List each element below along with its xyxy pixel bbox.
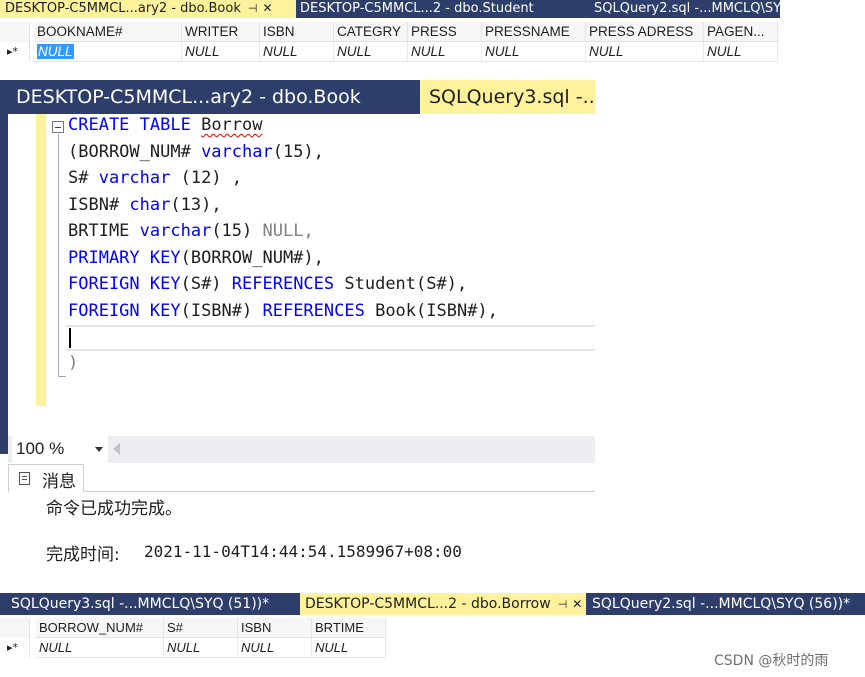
grid-cell[interactable]: NULL [704, 42, 778, 62]
document-tab-bar: DESKTOP-C5MMCL...ary2 - dbo.Book SQLQuer… [0, 80, 595, 114]
row-header[interactable]: ▸* [0, 42, 30, 62]
tab-label: DESKTOP-C5MMCL...2 - dbo.Borrow [305, 596, 551, 612]
tab-label: SQLQuery3.sql -...MMCLQ\SYQ (51))* [11, 596, 270, 612]
tab-sqlquery2[interactable]: SQLQuery2.sql -...MMCLQ\SYQ (56))* [592, 593, 865, 615]
document-tab-bar: DESKTOP-C5MMCL...ary2 - dbo.Book ⊣ ✕ DESKT… [0, 0, 780, 18]
divider [84, 491, 595, 492]
chevron-down-icon[interactable] [95, 447, 103, 452]
grid-cell[interactable]: NULL [34, 42, 182, 62]
column-header[interactable]: ISBN [260, 22, 334, 42]
grid-cell[interactable]: NULL [36, 638, 164, 658]
completion-time-value: 2021-11-04T14:44:54.1589967+08:00 [144, 542, 462, 561]
column-header[interactable]: PRESS ADRESS [586, 22, 704, 42]
completion-time-label: 完成时间: [46, 545, 120, 565]
tab-dbo-student[interactable]: DESKTOP-C5MMCL...2 - dbo.Student [300, 0, 590, 18]
fold-line-end [58, 376, 66, 377]
tab-dbo-book[interactable]: DESKTOP-C5MMCL...ary2 - dbo.Book ⊣ ✕ [0, 0, 296, 18]
results-grid: BOOKNAME# WRITER ISBN CATEGRY PRESS PRES… [0, 22, 780, 64]
code-line-2: (BORROW_NUM# varchar(15), [68, 142, 324, 162]
corner-cell [0, 618, 30, 638]
column-header[interactable]: BRTIME [312, 618, 386, 638]
editor-status-bar: 100 % [8, 436, 595, 463]
sql-query-panel: DESKTOP-C5MMCL...ary2 - dbo.Book SQLQuer… [0, 80, 595, 566]
tab-label: DESKTOP-C5MMCL...2 - dbo.Student [300, 1, 534, 16]
table-row[interactable]: ▸* NULL NULL NULL NULL NULL NULL NULL NU… [0, 42, 780, 62]
code-line-5: BRTIME varchar(15) NULL, [68, 221, 314, 241]
grid-cell[interactable]: NULL [408, 42, 482, 62]
document-tab-bar: SQLQuery3.sql -...MMCLQ\SYQ (51))* DESKT… [0, 593, 865, 615]
new-row-marker-icon: ▸* [7, 45, 19, 58]
column-header[interactable]: BORROW_NUM# [36, 618, 164, 638]
pin-icon[interactable]: ⊣ [558, 594, 568, 615]
book-table-panel: DESKTOP-C5MMCL...ary2 - dbo.Book ⊣ ✕ DESKT… [0, 0, 780, 64]
borrow-table-panel: SQLQuery3.sql -...MMCLQ\SYQ (51))* DESKT… [0, 593, 865, 677]
grid-cell[interactable]: NULL [586, 42, 704, 62]
grid-cell[interactable]: NULL [238, 638, 312, 658]
zoom-value: 100 % [16, 439, 65, 458]
column-header[interactable]: BOOKNAME# [34, 22, 182, 42]
grid-header: BOOKNAME# WRITER ISBN CATEGRY PRESS PRES… [0, 22, 780, 42]
column-header[interactable]: CATEGRY [334, 22, 408, 42]
grid-cell[interactable]: NULL [182, 42, 260, 62]
tab-label: DESKTOP-C5MMCL...ary2 - dbo.Book [5, 1, 241, 16]
code-line-8: FOREIGN KEY(ISBN#) REFERENCES Book(ISBN#… [68, 301, 498, 321]
column-header[interactable]: PRESSNAME [482, 22, 586, 42]
tab-dbo-book[interactable]: DESKTOP-C5MMCL...ary2 - dbo.Book [0, 80, 420, 114]
zoom-dropdown[interactable]: 100 % [12, 436, 108, 463]
code-line-1: CREATE TABLE Borrow [68, 115, 263, 135]
change-tracking-margin [36, 114, 46, 406]
grid-cell[interactable]: NULL [260, 42, 334, 62]
tab-label: 消息 [42, 472, 76, 492]
column-header[interactable]: PRESS [408, 22, 482, 42]
tab-label: SQLQuery2.sql -...MMCLQ\SYQ (56))* [592, 596, 851, 612]
editor-left-strip [0, 114, 8, 454]
current-line-highlight [66, 325, 595, 351]
grid-header: BORROW_NUM# S# ISBN BRTIME [0, 618, 388, 638]
text-caret [69, 328, 71, 348]
grid-cell[interactable]: NULL [312, 638, 386, 658]
watermark-text: CSDN @秋时的雨 [714, 653, 829, 669]
tab-sqlquery3[interactable]: SQLQuery3.sql -...MMCLQ\SYQ (51))* [0, 593, 300, 615]
code-line-3: S# varchar (12) , [68, 168, 243, 188]
grid-cell[interactable]: NULL [334, 42, 408, 62]
column-header[interactable]: S# [164, 618, 238, 638]
tab-label: SQLQuery2.sql -...MMCLQ\SYQ (56))* [594, 1, 780, 16]
pin-icon[interactable]: ⊣ [248, 0, 258, 17]
selected-cell-text: NULL [37, 44, 74, 59]
column-header[interactable]: WRITER [182, 22, 260, 42]
tab-label: SQLQuery3.sql -...l [429, 86, 595, 108]
tab-dbo-borrow[interactable]: DESKTOP-C5MMCL...2 - dbo.Borrow ⊣ ✕ [300, 593, 586, 615]
new-row-marker-icon: ▸* [7, 641, 19, 654]
collapse-toggle-icon[interactable] [52, 121, 64, 133]
close-icon[interactable]: ✕ [262, 0, 272, 17]
success-message: 命令已成功完成。 [46, 499, 182, 519]
code-line-7: FOREIGN KEY(S#) REFERENCES Student(S#), [68, 274, 468, 294]
messages-icon [19, 472, 30, 485]
tab-messages[interactable]: 消息 [8, 464, 84, 492]
tab-sqlquery2[interactable]: SQLQuery2.sql -...MMCLQ\SYQ (56))* [594, 0, 780, 18]
code-line-10: ) [68, 353, 79, 373]
code-line-4: ISBN# char(13), [68, 195, 222, 215]
tab-sqlquery3[interactable]: SQLQuery3.sql -...l [420, 80, 595, 114]
grid-cell[interactable]: NULL [482, 42, 586, 62]
grid-cell[interactable]: NULL [164, 638, 238, 658]
close-icon[interactable]: ✕ [572, 593, 582, 615]
column-header[interactable]: ISBN [238, 618, 312, 638]
fold-line [58, 134, 59, 376]
corner-cell [0, 22, 30, 42]
code-line-6: PRIMARY KEY(BORROW_NUM#), [68, 248, 324, 268]
results-grid: BORROW_NUM# S# ISBN BRTIME ▸* NULL NULL … [0, 618, 388, 660]
scroll-left-icon[interactable] [113, 443, 120, 455]
row-header[interactable]: ▸* [0, 638, 30, 658]
tab-label: DESKTOP-C5MMCL...ary2 - dbo.Book [16, 86, 361, 108]
column-header[interactable]: PAGEN... [704, 22, 778, 42]
table-row[interactable]: ▸* NULL NULL NULL NULL [0, 638, 388, 658]
